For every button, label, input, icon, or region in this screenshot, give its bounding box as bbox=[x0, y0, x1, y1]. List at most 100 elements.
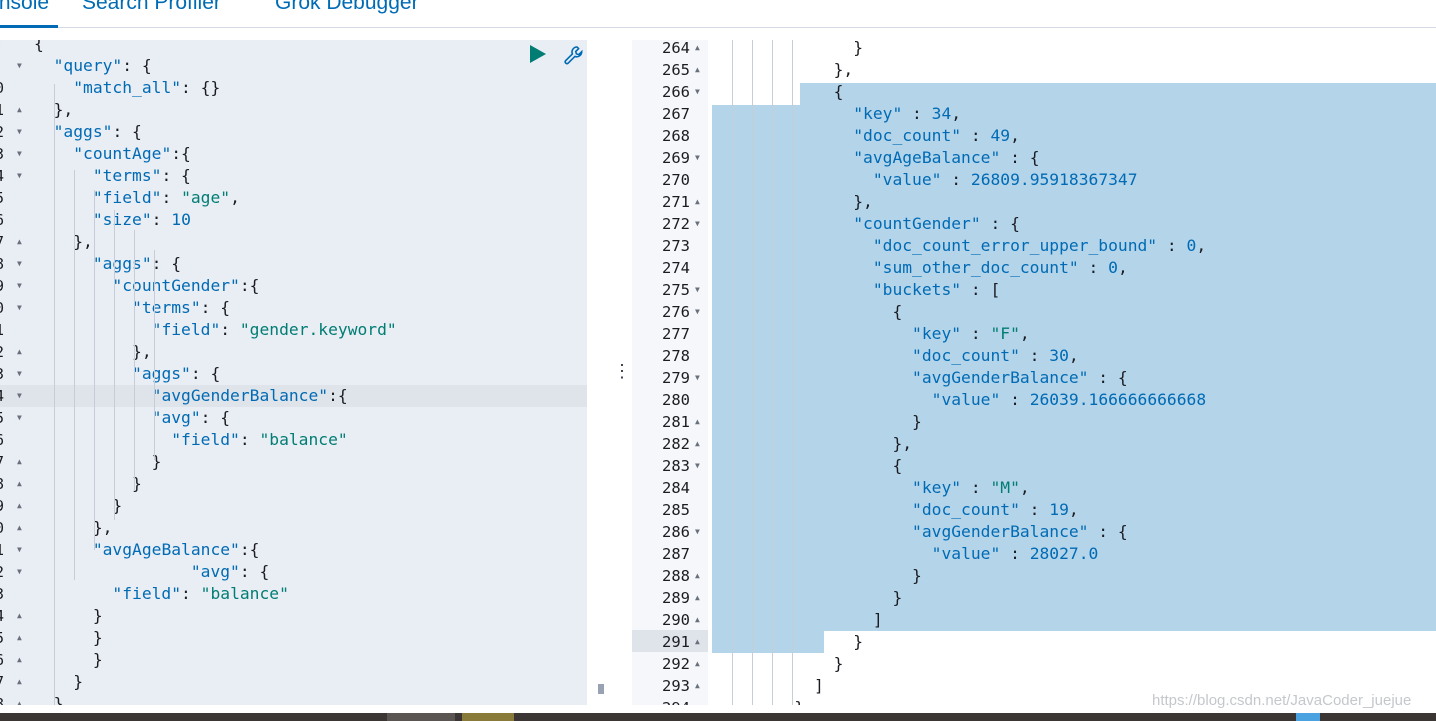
line-number: 286 bbox=[662, 523, 690, 541]
scrollbar-handle[interactable] bbox=[598, 684, 604, 694]
code-text: "sum_other_doc_count" : 0, bbox=[716, 257, 1128, 279]
indent-guide bbox=[94, 190, 95, 550]
fold-up-icon[interactable]: ▲ bbox=[695, 411, 700, 433]
code-token: 0 bbox=[1186, 236, 1197, 255]
fold-down-icon[interactable]: ▼ bbox=[695, 455, 700, 477]
fold-up-icon[interactable]: ▲ bbox=[695, 631, 700, 653]
fold-up-icon[interactable]: ▲ bbox=[17, 671, 22, 693]
play-icon[interactable] bbox=[528, 44, 548, 64]
code-text: "doc_count" : 19, bbox=[716, 499, 1079, 521]
line-number: 277 bbox=[662, 325, 690, 343]
line-number: 35 bbox=[0, 627, 16, 649]
fold-up-icon[interactable]: ▲ bbox=[17, 451, 22, 473]
fold-down-icon[interactable]: ▼ bbox=[695, 367, 700, 389]
fold-down-icon[interactable]: ▼ bbox=[695, 301, 700, 323]
fold-down-icon[interactable]: ▼ bbox=[17, 55, 22, 77]
code-line: 287 "value" : 28027.0 bbox=[632, 543, 1436, 565]
fold-down-icon[interactable]: ▼ bbox=[17, 363, 22, 385]
fold-up-icon[interactable]: ▲ bbox=[695, 609, 700, 631]
code-token: "value" bbox=[872, 170, 942, 189]
code-token: : bbox=[902, 104, 932, 123]
fold-up-icon[interactable]: ▲ bbox=[17, 495, 22, 517]
fold-up-icon[interactable]: ▲ bbox=[695, 433, 700, 455]
response-viewer[interactable]: 264 ▲ } 265 ▲ }, 266 ▼ {267 "key" : 34, 268 "d… bbox=[632, 40, 1436, 705]
fold-up-icon[interactable]: ▲ bbox=[17, 693, 22, 705]
fold-down-icon[interactable]: ▼ bbox=[17, 143, 22, 165]
fold-up-icon[interactable]: ▲ bbox=[17, 341, 22, 363]
code-token: { bbox=[716, 456, 903, 475]
fold-up-icon[interactable]: ▲ bbox=[695, 653, 700, 675]
code-text: "countAge":{ bbox=[34, 143, 191, 165]
code-text: "avgGenderBalance" : { bbox=[716, 521, 1128, 543]
fold-up-icon[interactable]: ▲ bbox=[695, 59, 700, 81]
code-token: "age" bbox=[181, 188, 231, 207]
code-text: } bbox=[34, 627, 103, 649]
line-number: 13 bbox=[0, 143, 16, 165]
fold-down-icon[interactable]: ▼ bbox=[17, 385, 22, 407]
fold-down-icon[interactable]: ▼ bbox=[17, 407, 22, 429]
fold-up-icon[interactable]: ▲ bbox=[695, 40, 700, 59]
fold-down-icon[interactable]: ▼ bbox=[17, 275, 22, 297]
fold-down-icon[interactable]: ▼ bbox=[17, 121, 22, 143]
taskbar-item[interactable] bbox=[462, 713, 514, 721]
tab-grok-debugger[interactable]: Grok Debugger bbox=[275, 0, 419, 15]
fold-up-icon[interactable]: ▲ bbox=[17, 473, 22, 495]
tray-icon[interactable] bbox=[1296, 713, 1320, 721]
fold-up-icon[interactable]: ▲ bbox=[17, 649, 22, 671]
code-line: 267 "key" : 34, bbox=[632, 103, 1436, 125]
code-text: } bbox=[34, 495, 122, 517]
fold-up-icon[interactable]: ▲ bbox=[17, 627, 22, 649]
taskbar-item[interactable] bbox=[387, 713, 455, 721]
code-line: 20▼ "terms": { bbox=[0, 297, 587, 319]
indent-guide bbox=[74, 170, 75, 580]
line-number: 271 bbox=[662, 193, 690, 211]
fold-down-icon[interactable]: ▼ bbox=[17, 539, 22, 561]
code-token: 19 bbox=[1049, 500, 1069, 519]
fold-up-icon[interactable]: ▲ bbox=[695, 587, 700, 609]
line-number: 282 bbox=[662, 435, 690, 453]
fold-down-icon[interactable]: ▼ bbox=[17, 297, 22, 319]
fold-up-icon[interactable]: ▲ bbox=[17, 517, 22, 539]
line-number: 10 bbox=[0, 77, 16, 99]
fold-down-icon[interactable]: ▼ bbox=[695, 279, 700, 301]
tab-search-profiler[interactable]: Search Profiler bbox=[82, 0, 221, 15]
code-text: "query": { bbox=[34, 55, 152, 77]
line-number: 29 bbox=[0, 495, 16, 517]
fold-down-icon[interactable]: ▼ bbox=[17, 561, 22, 583]
panel-resizer[interactable]: ⋮ bbox=[613, 360, 631, 384]
fold-down-icon[interactable]: ▼ bbox=[695, 213, 700, 235]
code-text: "avgGenderBalance":{ bbox=[34, 385, 348, 407]
request-editor[interactable]: 8{9▼ "query": {10 "match_all": {}11▲ },1… bbox=[0, 40, 587, 705]
code-text: ] bbox=[716, 609, 883, 631]
code-token: "query" bbox=[53, 56, 123, 75]
fold-down-icon[interactable]: ▼ bbox=[695, 147, 700, 169]
fold-down-icon[interactable]: ▼ bbox=[17, 253, 22, 275]
code-token: }, bbox=[716, 192, 873, 211]
code-line: 275 ▼ "buckets" : [ bbox=[632, 279, 1436, 301]
fold-up-icon[interactable]: ▲ bbox=[17, 605, 22, 627]
code-line: 19▼ "countGender":{ bbox=[0, 275, 587, 297]
fold-down-icon[interactable]: ▼ bbox=[695, 81, 700, 103]
fold-up-icon[interactable]: ▲ bbox=[17, 99, 22, 121]
code-token: : {} bbox=[181, 78, 221, 97]
line-number: 269 bbox=[662, 149, 690, 167]
wrench-icon[interactable] bbox=[562, 44, 586, 68]
code-text: } bbox=[716, 411, 922, 433]
fold-down-icon[interactable]: ▼ bbox=[17, 165, 22, 187]
fold-up-icon[interactable]: ▲ bbox=[695, 675, 700, 697]
fold-up-icon[interactable]: ▲ bbox=[17, 231, 22, 253]
code-token: "value" bbox=[931, 390, 1001, 409]
code-line: 276 ▼ { bbox=[632, 301, 1436, 323]
fold-up-icon[interactable]: ▲ bbox=[695, 565, 700, 587]
fold-down-icon[interactable]: ▼ bbox=[695, 521, 700, 543]
code-token: 0 bbox=[1108, 258, 1118, 277]
response-code: 264 ▲ } 265 ▲ }, 266 ▼ {267 "key" : 34, 268 "d… bbox=[632, 40, 1436, 705]
line-number: 289 bbox=[662, 589, 690, 607]
fold-up-icon[interactable]: ▲ bbox=[695, 191, 700, 213]
code-token: "key" bbox=[912, 324, 962, 343]
tab-console[interactable]: Console bbox=[0, 0, 49, 15]
